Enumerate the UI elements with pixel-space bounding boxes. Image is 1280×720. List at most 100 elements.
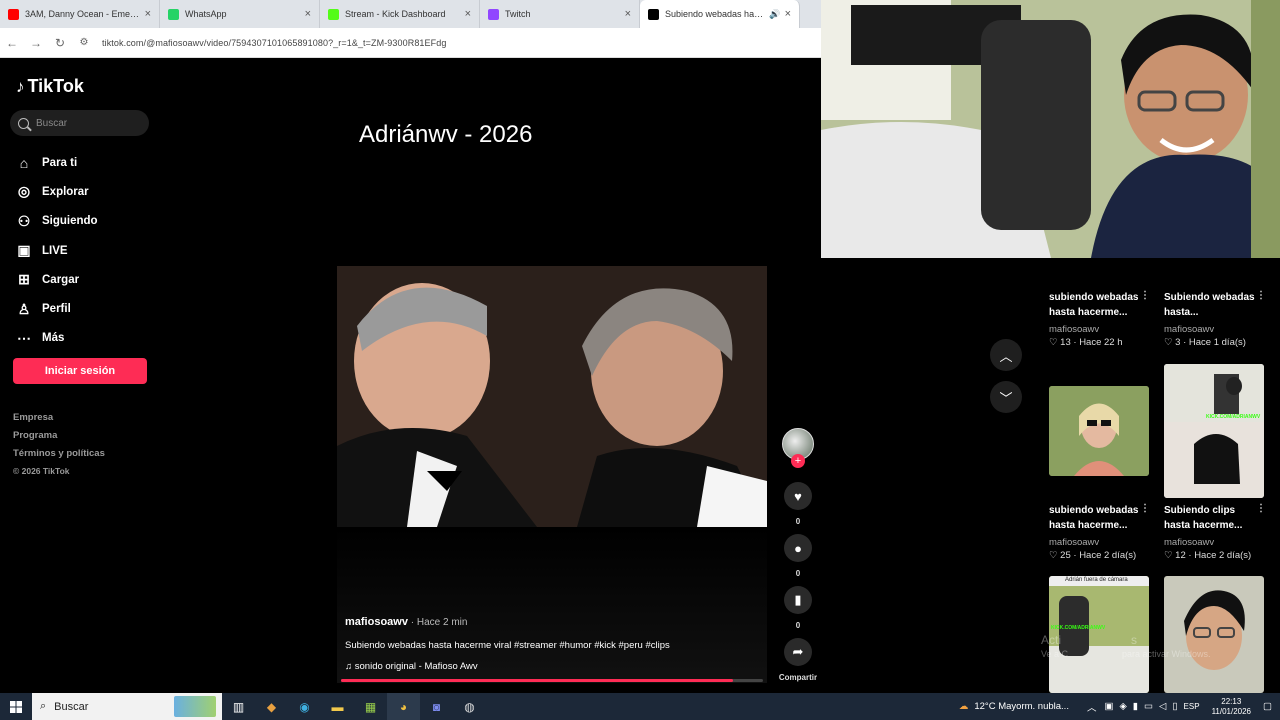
heart-icon: ♡ xyxy=(1164,550,1176,561)
rec-author[interactable]: mafiosoawv xyxy=(1164,324,1214,335)
more-options-icon[interactable]: ⋮ xyxy=(1140,503,1150,514)
notifications-icon[interactable]: ▢ xyxy=(1263,701,1272,712)
rec-thumbnail[interactable] xyxy=(1164,576,1264,693)
tiktok-logo[interactable]: ♪ TikTok xyxy=(16,76,84,97)
store-icon[interactable]: ▦ xyxy=(354,693,387,720)
rec-title[interactable]: subiendo webadas hasta hacerme... xyxy=(1049,290,1145,320)
rec-title[interactable]: subiendo webadas hasta hacerme... xyxy=(1049,503,1145,533)
tab-close-icon[interactable]: × xyxy=(145,8,151,20)
rec-thumbnail[interactable]: KICK.COM/ADRIANWV xyxy=(1164,364,1264,498)
tab-audio-icon[interactable]: 🔊 xyxy=(769,9,780,20)
search-input[interactable]: Buscar xyxy=(10,110,149,136)
tab-close-icon[interactable]: × xyxy=(305,8,311,20)
site-info-icon[interactable]: ⚙ xyxy=(72,37,96,48)
more-options-icon[interactable]: ⋮ xyxy=(1256,503,1266,514)
more-options-icon[interactable]: ⋮ xyxy=(1140,290,1150,301)
rec-title[interactable]: Subiendo clips hasta hacerme... xyxy=(1164,503,1260,533)
previous-video-icon[interactable]: ︿ xyxy=(990,339,1022,371)
footer-link-terminos[interactable]: Términos y políticas xyxy=(13,448,105,466)
edge-icon[interactable]: ◉ xyxy=(288,693,321,720)
video-player[interactable]: Adriánwv - 2026 mafiosoawv · Hace 2 min … xyxy=(337,75,767,683)
sidebar-item-cargar[interactable]: ⊞ Cargar xyxy=(15,265,98,294)
browser-tab[interactable]: Stream - Kick Dashboard × xyxy=(320,0,480,28)
rec-stats: ♡ 12 · Hace 2 día(s) xyxy=(1164,550,1251,561)
discord-icon[interactable]: ◙ xyxy=(420,693,453,720)
kick-tag: KICK.COM/ADRIANWV xyxy=(1206,414,1261,420)
network-icon[interactable]: ▭ xyxy=(1144,701,1153,712)
tab-label: 3AM, Danny Ocean - Emeycé (V xyxy=(25,9,141,19)
weather-text[interactable]: 12°C Mayorm. nubla... xyxy=(974,701,1069,712)
like-icon[interactable]: ♥ xyxy=(784,482,812,510)
clock-date: 11/01/2026 xyxy=(1211,706,1252,716)
rec-thumbnail[interactable] xyxy=(1049,386,1149,476)
tray-app-icon[interactable]: ▣ xyxy=(1104,701,1113,712)
tray-chevron-icon[interactable]: ︿ xyxy=(1087,700,1097,714)
chrome-icon[interactable]: ◕ xyxy=(387,693,420,720)
tab-close-icon[interactable]: × xyxy=(625,8,631,20)
tab-close-icon[interactable]: × xyxy=(465,8,471,20)
video-frame-photo xyxy=(337,266,767,527)
language-indicator[interactable]: ESP xyxy=(1184,702,1200,711)
more-options-icon[interactable]: ⋮ xyxy=(1256,290,1266,301)
video-sound[interactable]: ♫ sonido original - Mafioso Awv xyxy=(345,661,478,672)
rec-separator: · xyxy=(1185,550,1195,561)
rec-title[interactable]: Subiendo webadas hasta... xyxy=(1164,290,1260,320)
url-field[interactable]: tiktok.com/@mafiosoawv/video/75943071010… xyxy=(102,38,446,48)
like-count: 0 xyxy=(795,517,801,526)
comment-icon[interactable]: ● xyxy=(784,534,812,562)
video-progress-bar[interactable] xyxy=(341,679,763,682)
browser-tab[interactable]: Subiendo webadas hasta h 🔊 × xyxy=(640,0,800,28)
rec-author[interactable]: mafiosoawv xyxy=(1049,324,1099,335)
system-tray: ☁ 12°C Mayorm. nubla... ︿ ▣ ◈ ▮ ▭ ◁ ▯ ES… xyxy=(959,693,1280,720)
rec-age: Hace 2 día(s) xyxy=(1079,550,1137,561)
sidebar-item-m-s[interactable]: ⋯ Más xyxy=(15,324,98,353)
rec-likes: 12 xyxy=(1175,550,1186,561)
sidebar-item-live[interactable]: ▣ LIVE xyxy=(15,236,98,265)
volume-icon[interactable]: ◁ xyxy=(1159,701,1166,712)
sidebar-item-explorar[interactable]: ◎ Explorar xyxy=(15,177,98,206)
browser-tab[interactable]: WhatsApp × xyxy=(160,0,320,28)
login-button[interactable]: Iniciar sesión xyxy=(13,358,147,384)
start-button[interactable] xyxy=(0,693,32,720)
thumbnail-image xyxy=(1049,386,1149,476)
copilot-icon[interactable]: ◆ xyxy=(255,693,288,720)
tiktok-icon xyxy=(648,8,659,20)
file-explorer-icon[interactable]: ▬ xyxy=(321,693,354,720)
share-icon[interactable]: ➦ xyxy=(784,638,812,666)
reload-icon[interactable]: ↻ xyxy=(48,36,72,50)
rec-author[interactable]: mafiosoawv xyxy=(1164,537,1214,548)
forward-icon[interactable]: → xyxy=(24,36,48,50)
taskbar-search[interactable]: ⌕ Buscar xyxy=(32,693,222,720)
next-video-icon[interactable]: ﹀ xyxy=(990,381,1022,413)
footer-link-empresa[interactable]: Empresa xyxy=(13,412,105,430)
browser-tab[interactable]: Twitch × xyxy=(480,0,640,28)
sidebar-item-siguiendo[interactable]: ⚇ Siguiendo xyxy=(15,207,98,236)
share-label: Compartir xyxy=(778,673,818,682)
browser-tab[interactable]: 3AM, Danny Ocean - Emeycé (V × xyxy=(0,0,160,28)
rec-stats: ♡ 25 · Hace 2 día(s) xyxy=(1049,550,1136,561)
activate-windows-sub: Ve a C xyxy=(1041,649,1069,659)
security-icon[interactable]: ◈ xyxy=(1119,701,1126,712)
footer-link-programa[interactable]: Programa xyxy=(13,430,105,448)
rec-separator: · xyxy=(1070,337,1080,348)
tab-label: Subiendo webadas hasta h xyxy=(665,9,766,19)
rec-author[interactable]: mafiosoawv xyxy=(1049,537,1099,548)
back-icon[interactable]: ← xyxy=(0,36,24,50)
task-view-icon[interactable]: ▥ xyxy=(222,693,255,720)
clock[interactable]: 22:13 11/01/2026 xyxy=(1212,697,1251,717)
bookmark-icon[interactable]: ▮ xyxy=(784,586,812,614)
tab-close-icon[interactable]: × xyxy=(785,8,791,20)
twitch-icon xyxy=(488,8,499,20)
battery-icon[interactable]: ▯ xyxy=(1172,701,1177,712)
video-author[interactable]: mafiosoawv xyxy=(345,616,408,628)
follow-plus-icon[interactable]: + xyxy=(791,454,805,468)
sidebar-item-para-ti[interactable]: ⌂ Para ti xyxy=(15,148,98,177)
sidebar-item-perfil[interactable]: ♙ Perfil xyxy=(15,294,98,323)
tab-label: Stream - Kick Dashboard xyxy=(345,9,446,19)
obs-icon[interactable]: ◍ xyxy=(453,693,486,720)
webcam-illustration xyxy=(821,0,1280,258)
mic-icon[interactable]: ▮ xyxy=(1133,701,1138,712)
activate-windows-sub-end: para activar Windows. xyxy=(1122,649,1211,659)
rec-stats: ♡ 13 · Hace 22 h xyxy=(1049,337,1123,348)
upload-icon: ⊞ xyxy=(18,271,30,288)
